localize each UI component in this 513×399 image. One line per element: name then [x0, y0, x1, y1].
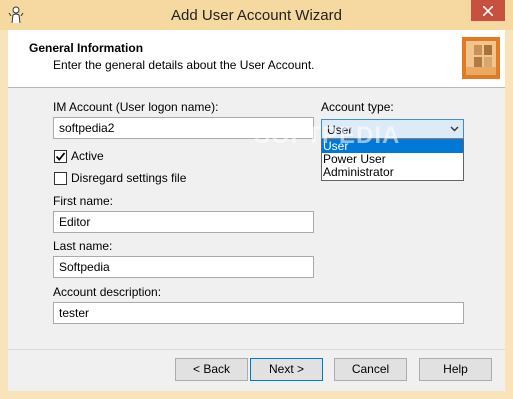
im-account-label: IM Account (User logon name):: [53, 100, 219, 114]
last-name-input[interactable]: [53, 256, 314, 278]
close-icon: [483, 5, 493, 16]
wizard-window: Add User Account Wizard General Informat…: [0, 0, 513, 399]
active-checkbox[interactable]: [54, 149, 67, 163]
cancel-button[interactable]: Cancel: [334, 358, 407, 381]
first-name-input[interactable]: [53, 211, 314, 233]
description-label: Account description:: [53, 285, 162, 299]
next-button[interactable]: Next >: [250, 358, 323, 381]
active-checkbox-row[interactable]: Active: [54, 148, 104, 164]
disregard-label: Disregard settings file: [71, 171, 187, 185]
back-button[interactable]: < Back: [175, 358, 248, 381]
account-type-label: Account type:: [321, 100, 394, 114]
chevron-down-icon: [450, 126, 459, 132]
account-type-value: User: [327, 123, 353, 137]
im-account-input[interactable]: [53, 117, 314, 139]
account-type-dropdown: User Power User Administrator: [321, 139, 464, 181]
account-type-select[interactable]: User: [321, 119, 464, 139]
first-name-label: First name:: [53, 194, 114, 208]
help-button[interactable]: Help: [419, 358, 492, 381]
wizard-header: General Information Enter the general de…: [8, 30, 505, 88]
wizard-client: General Information Enter the general de…: [8, 30, 505, 391]
description-input[interactable]: [53, 302, 464, 324]
checkmark-icon: [55, 151, 66, 161]
close-button[interactable]: [471, 0, 505, 21]
disregard-checkbox[interactable]: [54, 171, 67, 185]
active-label: Active: [71, 149, 104, 163]
title-bar[interactable]: Add User Account Wizard: [0, 0, 513, 30]
window-title: Add User Account Wizard: [171, 7, 342, 24]
disregard-checkbox-row[interactable]: Disregard settings file: [54, 170, 186, 186]
last-name-label: Last name:: [53, 239, 113, 253]
wizard-logo-icon: [462, 37, 500, 79]
account-type-option-administrator[interactable]: Administrator: [322, 166, 463, 179]
footer-divider: [8, 349, 505, 350]
page-subtitle: Enter the general details about the User…: [53, 58, 315, 72]
page-title: General Information: [29, 41, 144, 55]
